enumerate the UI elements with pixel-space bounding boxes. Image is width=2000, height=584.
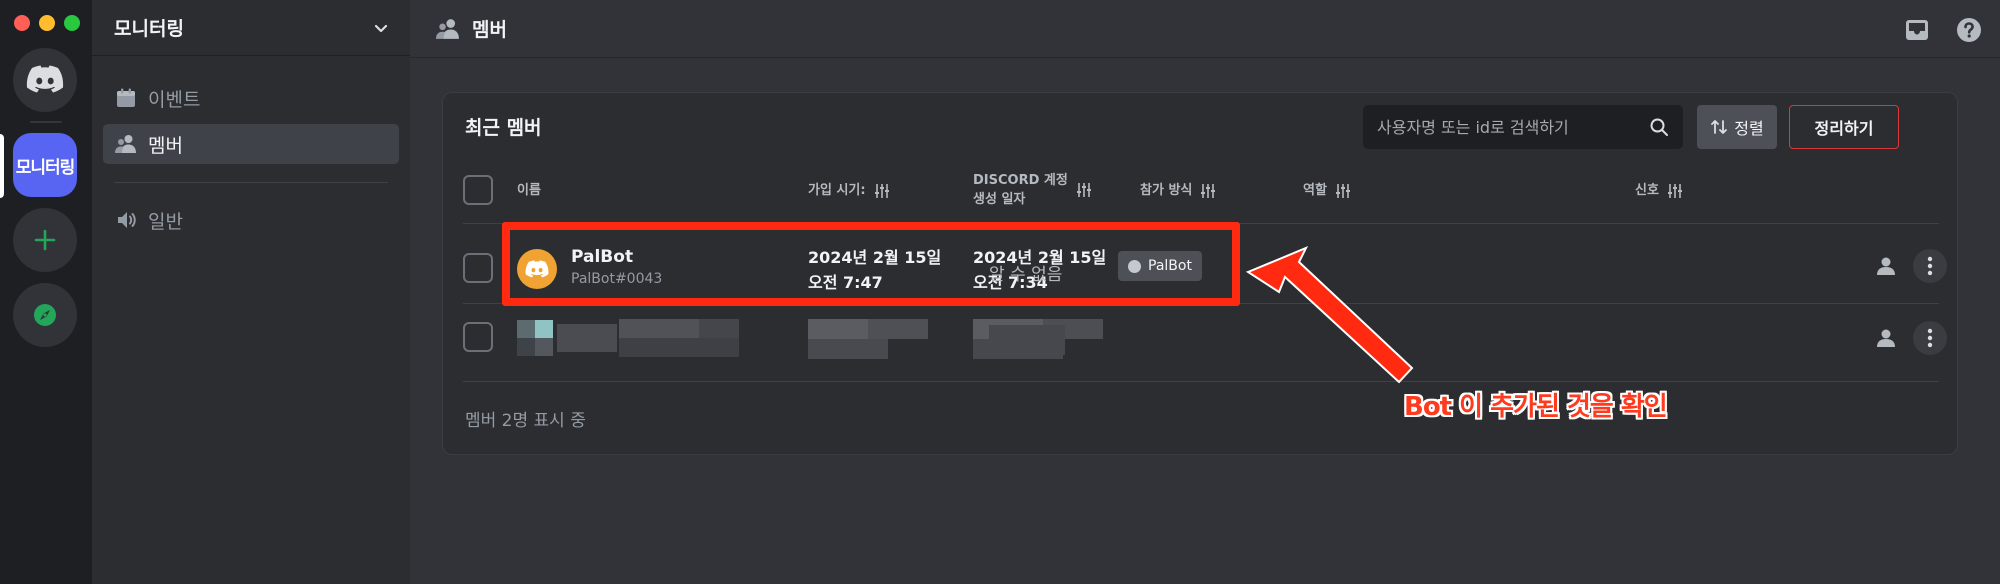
row-checkbox[interactable] [463, 253, 493, 283]
view-profile-button[interactable] [1869, 321, 1903, 355]
more-vertical-icon [1927, 328, 1933, 348]
top-bar: 멤버 [410, 0, 2000, 58]
compass-icon [34, 304, 56, 326]
sidebar-item-events[interactable]: 이벤트 [103, 78, 399, 118]
add-server-button[interactable] [13, 208, 77, 272]
prune-label: 정리하기 [1814, 119, 1874, 138]
search-icon [1650, 118, 1668, 136]
sidebar-item-label: 이벤트 [148, 88, 201, 111]
redacted-joined [808, 319, 928, 359]
calendar-icon [114, 86, 138, 110]
server-monitoring-label: 모니터링 [15, 157, 76, 178]
more-options-button[interactable] [1913, 249, 1947, 283]
column-name: 이름 [517, 183, 541, 198]
members-icon [436, 18, 459, 39]
window-close-button[interactable] [14, 15, 30, 31]
rail-divider [30, 121, 62, 123]
sidebar-divider [114, 182, 388, 183]
sidebar-item-label: 멤버 [148, 134, 183, 157]
column-join-method[interactable]: 참가 방식 [1140, 181, 1216, 200]
chevron-down-icon [374, 24, 388, 32]
column-account-created-label: DISCORD 계정 생성 일자 [973, 173, 1068, 207]
page-title: 멤버 [472, 19, 507, 41]
speaker-icon [114, 208, 138, 232]
sidebar-item-label: 일반 [148, 210, 183, 233]
window-minimize-button[interactable] [39, 15, 55, 31]
members-icon [114, 132, 138, 156]
redacted-avatar [517, 320, 617, 356]
member-count: 멤버 2명 표시 중 [465, 411, 586, 431]
member-search[interactable] [1363, 105, 1683, 149]
filter-sliders-icon [1667, 183, 1682, 198]
server-rail: 모니터링 [0, 0, 92, 584]
guild-name: 모니터링 [114, 18, 184, 40]
discord-logo-icon [26, 65, 64, 93]
help-icon[interactable] [1956, 17, 1982, 43]
sidebar-item-members[interactable]: 멤버 [103, 124, 399, 164]
inbox-icon[interactable] [1904, 17, 1930, 43]
column-roles[interactable]: 역할 [1303, 181, 1351, 200]
row-checkbox[interactable] [463, 322, 493, 352]
filter-sliders-icon [1335, 183, 1350, 198]
filter-sliders-icon [874, 183, 889, 198]
sort-label: 정렬 [1734, 119, 1764, 138]
sort-button[interactable]: 정렬 [1697, 105, 1777, 149]
view-profile-button[interactable] [1869, 249, 1903, 283]
explore-servers-button[interactable] [13, 283, 77, 347]
column-account-created[interactable]: DISCORD 계정 생성 일자 [973, 171, 1092, 209]
person-icon [1877, 329, 1895, 347]
column-joined[interactable]: 가입 시기: [808, 181, 890, 200]
filter-sliders-icon [1076, 183, 1091, 197]
more-vertical-icon [1927, 256, 1933, 276]
sidebar-item-general[interactable]: 일반 [103, 200, 399, 240]
filter-sliders-icon [1201, 183, 1216, 198]
plus-icon [34, 229, 56, 251]
active-server-indicator [0, 134, 4, 198]
annotation-text: Bot 이 추가된 것을 확인 [1404, 392, 1668, 422]
sort-arrows-icon [1711, 120, 1728, 134]
person-icon [1877, 257, 1895, 275]
column-signals[interactable]: 신호 [1635, 181, 1683, 200]
home-button[interactable] [13, 48, 77, 112]
redacted-name [619, 319, 739, 357]
search-input[interactable] [1377, 117, 1649, 137]
channel-sidebar: 모니터링 이벤트 멤버 일반 [92, 0, 410, 584]
prune-button[interactable]: 정리하기 [1789, 105, 1899, 149]
window-zoom-button[interactable] [64, 15, 80, 31]
more-options-button[interactable] [1913, 321, 1947, 355]
redacted-join-method [989, 325, 1065, 355]
guild-header[interactable]: 모니터링 [92, 0, 410, 56]
select-all-checkbox[interactable] [463, 175, 493, 205]
server-monitoring[interactable]: 모니터링 [13, 133, 77, 197]
highlight-box [502, 222, 1240, 306]
card-title: 최근 멤버 [465, 117, 542, 139]
row-divider [463, 381, 1939, 382]
